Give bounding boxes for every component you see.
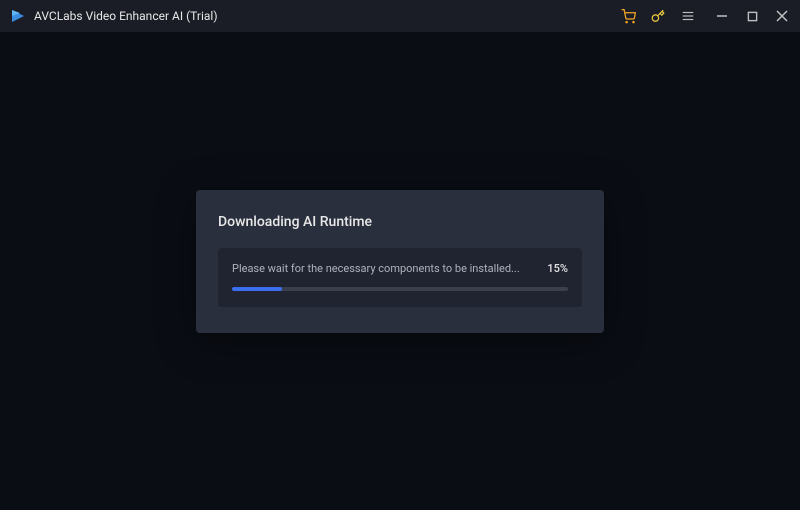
progress-track: [232, 287, 568, 291]
titlebar-right: [620, 8, 790, 24]
download-dialog: Downloading AI Runtime Please wait for t…: [196, 190, 604, 333]
titlebar: AVCLabs Video Enhancer AI (Trial): [0, 0, 800, 32]
cart-icon[interactable]: [620, 8, 636, 24]
menu-icon[interactable]: [680, 8, 696, 24]
progress-percent: 15%: [547, 262, 568, 275]
main-area: Downloading AI Runtime Please wait for t…: [0, 32, 800, 510]
app-title: AVCLabs Video Enhancer AI (Trial): [34, 9, 218, 23]
dialog-title: Downloading AI Runtime: [218, 214, 582, 230]
progress-row: Please wait for the necessary components…: [232, 262, 568, 275]
close-icon[interactable]: [774, 8, 790, 24]
maximize-icon[interactable]: [744, 8, 760, 24]
minimize-icon[interactable]: [714, 8, 730, 24]
key-icon[interactable]: [650, 8, 666, 24]
progress-container: Please wait for the necessary components…: [218, 248, 582, 307]
progress-fill: [232, 287, 282, 291]
progress-message: Please wait for the necessary components…: [232, 262, 520, 275]
window-controls: [714, 8, 790, 24]
app-logo-icon: [10, 8, 26, 24]
titlebar-left: AVCLabs Video Enhancer AI (Trial): [10, 8, 218, 24]
